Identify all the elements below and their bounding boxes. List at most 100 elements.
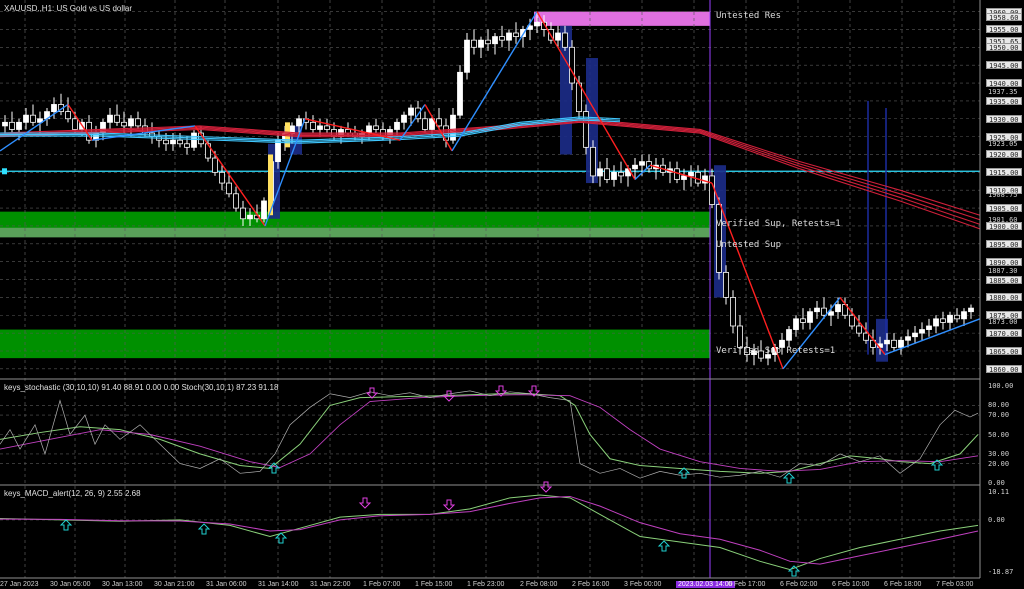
- price-axis-label: 1920.00: [986, 150, 1022, 159]
- candle-body: [191, 132, 197, 148]
- candle-body: [639, 161, 645, 166]
- candle-body: [555, 32, 561, 41]
- candle-body: [401, 114, 407, 123]
- price-axis-label: 1880.00: [986, 293, 1022, 302]
- candle-body: [422, 118, 428, 130]
- zone-label-untested-sup: Untested Sup: [716, 240, 782, 250]
- price-axis-label: 1873.00: [988, 318, 1018, 327]
- stochastic-axis-label: 0.00: [988, 479, 1005, 487]
- candle-body: [373, 125, 379, 130]
- candle-body: [261, 200, 267, 220]
- candle-body: [394, 121, 400, 130]
- candle-body: [849, 314, 855, 327]
- candle-body: [30, 114, 36, 123]
- candle-body: [828, 311, 834, 316]
- candle-body: [926, 325, 932, 330]
- zone-label-verified-sup-2: Verified Sup Retests=1: [716, 346, 836, 356]
- stochastic-axis-label: 100.00: [988, 382, 1014, 390]
- candle-body: [317, 125, 323, 130]
- chart-canvas[interactable]: [0, 0, 1024, 589]
- candle-body: [891, 339, 897, 348]
- candle-body: [737, 325, 743, 348]
- candle-body: [961, 311, 967, 320]
- candle-body: [506, 32, 512, 41]
- candle-body: [114, 114, 120, 123]
- time-axis-label: 2 Feb 16:00: [572, 581, 610, 588]
- candle-body: [695, 171, 701, 184]
- zone-label-untested-res: Untested Res: [716, 11, 782, 21]
- candle-body: [2, 121, 8, 127]
- candle-body: [814, 307, 820, 313]
- candle-body: [464, 39, 470, 73]
- stochastic-axis-label: 20.00: [988, 459, 1010, 468]
- candle-body: [212, 157, 218, 173]
- candle-body: [597, 168, 603, 177]
- candle-body: [135, 118, 141, 127]
- background: [0, 0, 1024, 589]
- candle-body: [786, 329, 792, 341]
- symbol-title: XAUUSD.,H1: US Gold vs US dollar: [4, 4, 133, 13]
- price-axis-label: 1890.00: [986, 257, 1022, 267]
- candle-body: [562, 32, 568, 48]
- candle-body: [177, 139, 183, 145]
- price-axis-label: 1885.00: [986, 275, 1022, 285]
- candle-body: [590, 146, 596, 177]
- macd-axis-label: 10.11: [988, 488, 1010, 496]
- time-axis-label: 30 Jan 13:00: [102, 581, 143, 588]
- candle-body: [933, 318, 939, 327]
- candle-body: [128, 118, 134, 127]
- price-axis-label: 1900.00: [986, 221, 1022, 231]
- stochastic-title: keys_stochastic (30,10,10) 91.40 88.91 0…: [4, 383, 279, 392]
- candle-body: [940, 318, 946, 323]
- macd-axis-label: -18.87: [988, 568, 1014, 576]
- candle-body: [72, 118, 78, 130]
- candle-body: [121, 121, 127, 127]
- price-axis-label: 1915.00: [986, 168, 1022, 177]
- candle-body: [730, 296, 736, 327]
- candle-body: [863, 332, 869, 341]
- level-handle-left: [2, 168, 7, 175]
- candle-body: [793, 318, 799, 330]
- time-axis-label: 6 Feb 02:00: [780, 581, 818, 588]
- stochastic-axis-label: 30.00: [988, 449, 1010, 458]
- candle-body: [856, 325, 862, 334]
- candle-body: [681, 175, 687, 180]
- price-axis-label: 1940.00: [986, 79, 1022, 88]
- candle-body: [478, 39, 484, 48]
- stochastic-axis-label: 80.00: [988, 401, 1010, 410]
- candle-body: [569, 46, 575, 84]
- candle-body: [296, 118, 302, 127]
- candle-body: [947, 314, 953, 323]
- candle-body: [723, 271, 729, 298]
- candle-body: [611, 171, 617, 180]
- candle-body: [709, 175, 715, 205]
- candle-body: [534, 21, 540, 27]
- time-axis-label: 1 Feb 23:00: [467, 581, 505, 588]
- candle-body: [954, 314, 960, 320]
- price-axis-label: 1958.60: [986, 12, 1022, 22]
- candle-body: [919, 329, 925, 334]
- candle-body: [716, 204, 722, 273]
- price-axis-label: 1860.00: [986, 364, 1022, 374]
- candle-body: [835, 304, 841, 313]
- time-axis-label: 7 Feb 03:00: [936, 581, 974, 588]
- candle-body: [366, 125, 372, 134]
- candle-body: [632, 164, 638, 170]
- candle-body: [618, 171, 624, 177]
- candle-body: [408, 107, 414, 116]
- time-axis-label: 31 Jan 22:00: [310, 581, 351, 588]
- candle-body: [457, 71, 463, 116]
- price-axis-label: 1870.00: [986, 329, 1022, 338]
- time-axis-label: 1 Feb 07:00: [363, 581, 401, 588]
- time-axis-label: 6 Feb 18:00: [884, 581, 922, 588]
- time-axis-label: 27 Jan 2023: [0, 581, 39, 588]
- candle-body: [807, 311, 813, 323]
- time-axis-label: 6 Feb 17:00: [728, 581, 766, 588]
- candle-body: [247, 214, 253, 220]
- candle-body: [233, 193, 239, 209]
- time-axis-label: 31 Jan 14:00: [258, 581, 299, 588]
- price-axis-label: 1908.75: [988, 190, 1018, 199]
- macd-title: keys_MACD_alert(12, 26, 9) 2.55 2.68: [4, 489, 141, 498]
- price-axis-label: 1935.00: [986, 96, 1022, 106]
- zone-untested-sup: [0, 227, 710, 238]
